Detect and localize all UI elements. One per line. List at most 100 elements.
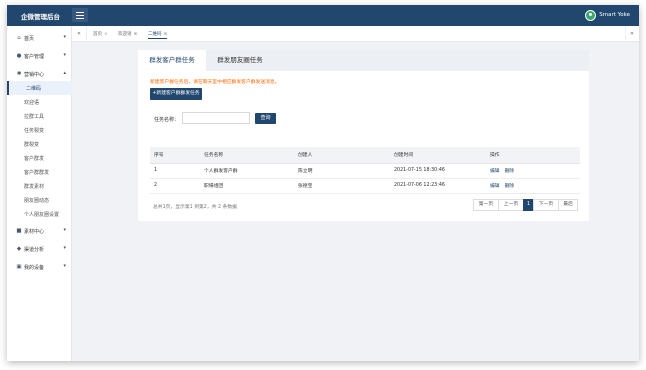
panel-tab-bar: 群发客户群任务 群发朋友圈任务: [138, 50, 589, 71]
sidebar-item-home[interactable]: ⌂ 首页 ▾: [7, 31, 72, 45]
sidebar-item-label: 首页: [24, 36, 35, 42]
sidebar-sub-task-fission[interactable]: 任务裂变: [7, 123, 72, 137]
pagination: 第一页 上一页 1 下一页 最后: [473, 199, 578, 211]
sidebar-sub-group-broadcast[interactable]: 客户群群发: [7, 165, 72, 179]
sidebar-item-label: 客户管理: [24, 54, 45, 60]
app-window: 企微管理后台 Smart Yoke ⌂ 首页 ▾ ● 客户管理 ▾ ✱ 营销中心…: [7, 5, 639, 361]
sidebar-sub-label: 群发素材: [24, 184, 45, 190]
sidebar-item-channels[interactable]: ◆ 渠道分析 ▾: [7, 242, 72, 256]
user-icon: ●: [16, 53, 22, 59]
edit-link[interactable]: 编辑: [490, 184, 500, 189]
column-header: 任务名称: [200, 147, 294, 164]
close-icon[interactable]: ⊗: [164, 32, 168, 37]
task-table: 序号 任务名称 创建人 创建时间 操作 1 个人群发客户群 陈立明 2021-0…: [150, 147, 580, 194]
sidebar-sub-label: 拉群工具: [24, 114, 45, 120]
delete-link[interactable]: 删除: [505, 184, 515, 189]
sidebar-item-label: 素材中心: [24, 229, 45, 235]
chevron-down-icon: ▾: [63, 245, 66, 251]
username: Smart Yoke: [599, 12, 630, 18]
home-icon: ⌂: [17, 35, 21, 41]
search-label: 任务名称：: [154, 117, 180, 123]
sidebar-sub-label: 客户群群发: [24, 170, 50, 176]
app-title: 企微管理后台: [21, 13, 60, 21]
user-menu[interactable]: Smart Yoke: [585, 9, 630, 21]
tabs-scroll-left-icon[interactable]: «: [72, 26, 86, 42]
tab-qrcode[interactable]: 二维码 ⊗: [148, 30, 168, 39]
next-page-button[interactable]: 下一页: [533, 199, 559, 211]
sidebar-item-label: 营销中心: [24, 72, 45, 78]
sidebar-item-marketing[interactable]: ✱ 营销中心 ▴: [7, 67, 72, 81]
table-row: 2 职場组团 张德宝 2021-07-06 12:23:46 编辑 删除: [150, 178, 580, 194]
sidebar-sub-label: 二维码: [26, 86, 42, 92]
tab-home[interactable]: 首页 ×: [93, 30, 108, 39]
cell-task-name: 个人群发客户群: [200, 163, 294, 179]
menu-toggle-icon[interactable]: [72, 8, 88, 22]
sidebar-sub-moments[interactable]: 朋友圈动态: [7, 193, 72, 207]
sidebar-sub-label: 任务裂变: [24, 128, 45, 134]
prev-page-button[interactable]: 上一页: [498, 199, 524, 211]
chevron-up-icon: ▴: [63, 70, 66, 76]
column-header: 创建时间: [390, 147, 486, 164]
cell-creator: 张德宝: [294, 178, 390, 194]
cell-created-time: 2021-07-06 12:23:46: [390, 178, 486, 194]
tab-label: 欢迎语: [118, 32, 132, 37]
sidebar-sub-label: 朋友圈动态: [24, 198, 50, 204]
cell-created-time: 2021-07-15 18:30:46: [390, 163, 486, 179]
tabs-scroll-right-icon[interactable]: »: [625, 26, 639, 42]
close-icon[interactable]: ×: [104, 32, 108, 37]
notice-text: 新建客户群任务后，请在聊天室中相应群发客户群发送消息。: [150, 80, 280, 85]
divider: [86, 26, 87, 42]
sidebar-sub-label: 客户群发: [24, 156, 45, 162]
page-tab-bar: « 首页 × 欢迎语 ⊗ 二维码 ⊗ »: [72, 26, 639, 42]
cell-task-name: 职場组团: [200, 178, 294, 194]
first-page-button[interactable]: 第一页: [473, 199, 499, 211]
chart-icon: ◆: [16, 246, 22, 252]
last-page-button[interactable]: 最后: [558, 199, 578, 211]
sidebar-sub-moments-settings[interactable]: 个人朋友圈设置: [7, 207, 72, 221]
edit-link[interactable]: 编辑: [490, 169, 500, 174]
sidebar-sub-label: 群裂变: [24, 142, 40, 148]
cell-actions: 编辑 删除: [486, 178, 580, 194]
tab-customer-group-broadcast[interactable]: 群发客户群任务: [138, 50, 206, 71]
gear-icon: ✱: [16, 71, 22, 77]
sidebar-item-devices[interactable]: ▣ 我的设备 ▾: [7, 260, 72, 274]
chevron-down-icon: ▾: [63, 227, 66, 233]
sidebar-sub-group-fission[interactable]: 群裂变: [7, 137, 72, 151]
column-header: 操作: [486, 147, 580, 164]
sidebar-sub-group-tool[interactable]: 拉群工具: [7, 109, 72, 123]
new-broadcast-task-button[interactable]: +新建客户群群发任务: [150, 88, 202, 100]
table-row: 1 个人群发客户群 陈立明 2021-07-15 18:30:46 编辑 删除: [150, 163, 580, 179]
cell-no: 1: [150, 163, 200, 179]
cell-no: 2: [150, 178, 200, 194]
cell-creator: 陈立明: [294, 163, 390, 179]
sidebar-item-label: 我的设备: [24, 265, 45, 271]
tab-moments-broadcast[interactable]: 群发朋友圈任务: [206, 50, 274, 71]
cell-actions: 编辑 删除: [486, 163, 580, 179]
chevron-down-icon: ▾: [63, 34, 66, 40]
tab-label: 首页: [93, 32, 102, 37]
table-header-row: 序号 任务名称 创建人 创建时间 操作: [150, 147, 580, 164]
tab-label: 二维码: [148, 32, 162, 37]
sidebar-sub-broadcast-material[interactable]: 群发素材: [7, 179, 72, 193]
sidebar-item-materials[interactable]: ■ 素材中心 ▾: [7, 224, 72, 238]
sidebar-sub-qrcode[interactable]: 二维码: [7, 81, 72, 95]
sidebar-sub-label: 欢迎语: [24, 100, 40, 106]
column-header: 序号: [150, 147, 200, 164]
folder-icon: ■: [16, 228, 22, 234]
pagination-info: 总共1页，显示第1 到第2，共 2 条数据: [153, 205, 237, 210]
sidebar-sub-welcome[interactable]: 欢迎语: [7, 95, 72, 109]
sidebar-sub-label: 个人朋友圈设置: [24, 212, 60, 218]
chevron-down-icon: ▾: [63, 52, 66, 58]
task-name-input[interactable]: [182, 112, 250, 124]
broadcast-task-panel: 群发客户群任务 群发朋友圈任务 新建客户群任务后，请在聊天室中相应群发客户群发送…: [138, 50, 589, 221]
tab-welcome[interactable]: 欢迎语 ⊗: [118, 30, 137, 39]
search-button[interactable]: 查询: [255, 113, 276, 124]
top-bar: 企微管理后台 Smart Yoke: [7, 5, 639, 26]
sidebar: ⌂ 首页 ▾ ● 客户管理 ▾ ✱ 营销中心 ▴ 二维码 欢迎语 拉群工具 任务…: [7, 26, 72, 361]
device-icon: ▣: [16, 264, 22, 270]
sidebar-sub-customer-broadcast[interactable]: 客户群发: [7, 151, 72, 165]
delete-link[interactable]: 删除: [505, 169, 515, 174]
sidebar-item-label: 渠道分析: [24, 247, 45, 253]
sidebar-item-customers[interactable]: ● 客户管理 ▾: [7, 49, 72, 63]
close-icon[interactable]: ⊗: [134, 32, 138, 37]
